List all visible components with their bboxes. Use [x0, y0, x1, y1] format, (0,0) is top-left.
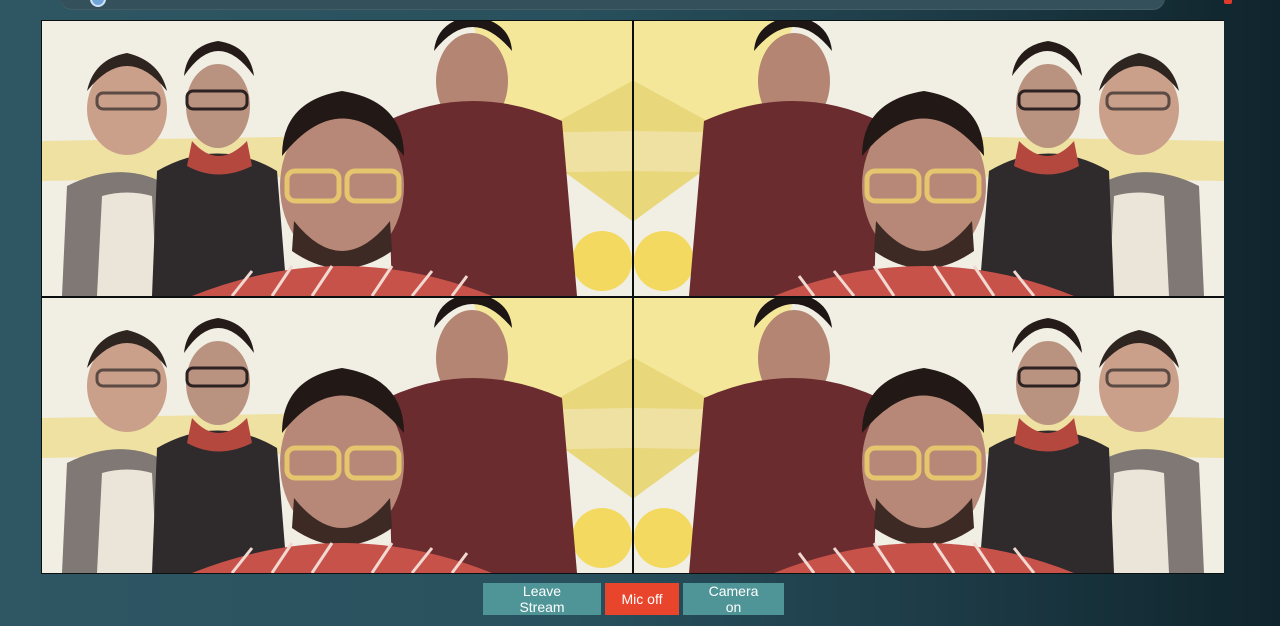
- participant-video-feed: [634, 21, 1224, 296]
- camera-toggle-button[interactable]: Camera on: [683, 583, 784, 615]
- video-tile-3: [42, 298, 632, 573]
- video-tile-4: [634, 298, 1224, 573]
- participant-video-feed: [634, 298, 1224, 573]
- video-grid: [41, 20, 1224, 574]
- leave-stream-button[interactable]: Leave Stream: [483, 583, 601, 615]
- participant-video-feed: [42, 298, 632, 573]
- participant-video-feed: [42, 21, 632, 296]
- video-tile-1: [42, 21, 632, 296]
- video-tile-2: [634, 21, 1224, 296]
- call-controls: Leave Stream Mic off Camera on: [483, 583, 784, 615]
- mic-toggle-button[interactable]: Mic off: [605, 583, 679, 615]
- status-dot-icon: [90, 0, 106, 7]
- recording-indicator-icon: [1224, 0, 1232, 4]
- top-address-bar: [60, 0, 1165, 10]
